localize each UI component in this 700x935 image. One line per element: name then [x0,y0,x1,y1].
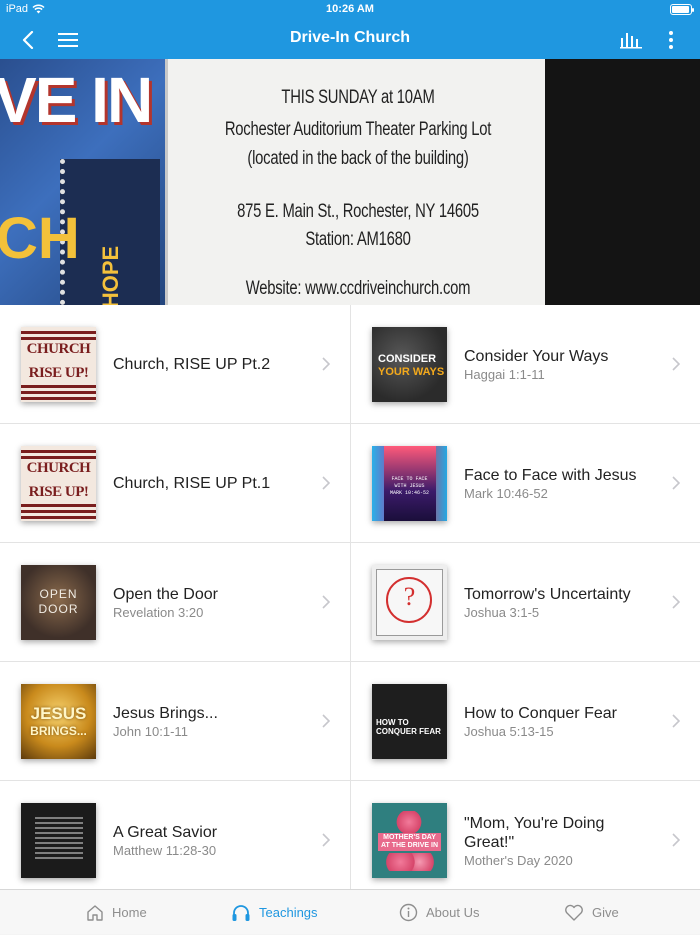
home-icon [87,904,103,921]
teaching-thumbnail: MOTHER'S DAY AT THE DRIVE IN [372,803,447,878]
hero-banner-image: VE IN HOPE CH THIS SUNDAY at 10AM Roches… [0,59,700,305]
teaching-thumbnail: CONSIDER YOUR WAYS [372,327,447,402]
teaching-scripture: Haggai 1:1-11 [464,367,545,382]
tab-teachings[interactable]: Teachings [231,890,318,935]
chevron-right-icon [322,357,330,371]
teaching-item[interactable]: A Great Savior Matthew 11:28-30 [0,781,350,889]
chevron-right-icon [672,476,680,490]
sign-line: Rochester Auditorium Theater Parking Lot [224,119,492,140]
chevron-right-icon [322,833,330,847]
teaching-thumbnail: ? [372,565,447,640]
teaching-scripture: Mark 10:46-52 [464,486,548,501]
announcement-sign: THIS SUNDAY at 10AM Rochester Auditorium… [165,59,545,305]
teaching-thumbnail: CHURCH RISE UP! [21,446,96,521]
teaching-thumbnail: FACE TO FACE WITH JESUS MARK 10:46-52 [372,446,447,521]
status-time: 10:26 AM [326,3,374,15]
teaching-item[interactable]: CHURCH RISE UP! Church, RISE UP Pt.1 [0,424,350,543]
dark-background [545,59,700,305]
page-title: Drive-In Church [289,29,410,46]
tab-label: Teachings [259,905,318,920]
teaching-thumbnail: OPEN DOOR [21,565,96,640]
nav-bar: Drive-In Church [0,20,700,59]
status-bar: iPad 10:26 AM [0,0,700,20]
tab-about-us[interactable]: About Us [399,890,479,935]
teaching-item[interactable]: HOW TO CONQUER FEAR How to Conquer Fear … [350,662,700,781]
sign-line: THIS SUNDAY at 10AM [281,87,435,108]
tab-give[interactable]: Give [564,890,619,935]
sign-line: 875 E. Main St., Rochester, NY 14605 [237,201,479,222]
heart-icon [565,904,583,921]
teaching-item[interactable]: OPEN DOOR Open the Door Revelation 3:20 [0,543,350,662]
teaching-title: How to Conquer Fear [464,705,617,722]
chevron-right-icon [322,714,330,728]
teaching-title: Jesus Brings... [113,705,218,722]
tab-home[interactable]: Home [86,890,147,935]
drive-in-sign-artwork: VE IN HOPE CH [0,59,165,305]
teaching-scripture: Revelation 3:20 [113,605,204,620]
teaching-thumbnail: CHURCH RISE UP! [21,327,96,402]
teaching-item[interactable]: CHURCH RISE UP! Church, RISE UP Pt.2 [0,305,350,424]
info-icon [399,903,418,922]
battery-icon [670,4,694,15]
more-vertical-icon[interactable] [657,26,685,54]
teaching-title: Tomorrow's Uncertainty [464,586,631,603]
teaching-thumbnail: HOW TO CONQUER FEAR [372,684,447,759]
chevron-right-icon [672,595,680,609]
chevron-right-icon [672,714,680,728]
teaching-scripture: Joshua 3:1-5 [464,605,540,620]
teaching-title: Church, RISE UP Pt.2 [113,356,271,373]
teaching-item[interactable]: JESUS BRINGS... Jesus Brings... John 10:… [0,662,350,781]
teaching-item[interactable]: FACE TO FACE WITH JESUS MARK 10:46-52 Fa… [350,424,700,543]
teaching-title: A Great Savior [113,824,218,841]
teaching-item[interactable]: MOTHER'S DAY AT THE DRIVE IN "Mom, You'r… [350,781,700,889]
tab-label: Give [592,905,619,920]
chevron-right-icon [672,357,680,371]
tab-label: About Us [426,905,480,920]
teaching-title: Consider Your Ways [464,348,609,365]
sign-line: (located in the back of the building) [247,148,469,169]
teaching-title: Open the Door [113,586,218,603]
tab-label: Home [112,905,147,920]
teaching-thumbnail: JESUS BRINGS... [21,684,96,759]
sign-line: Website: www.ccdriveinchurch.com [245,278,471,299]
tab-bar: Home Teachings About Us Give [0,889,700,934]
teaching-item[interactable]: ? Tomorrow's Uncertainty Joshua 3:1-5 [350,543,700,662]
sign-hope-text: HOPE [98,245,124,305]
teaching-scripture: John 10:1-11 [113,724,188,739]
chevron-right-icon [672,833,680,847]
teaching-title: "Mom, You're Doing Great!" [464,814,605,851]
headphones-icon [232,904,250,921]
teaching-scripture: Joshua 5:13-15 [464,724,554,739]
teachings-grid: CHURCH RISE UP! Church, RISE UP Pt.2 CON… [0,305,700,889]
teaching-scripture: Matthew 11:28-30 [113,843,217,858]
teaching-scripture: Mother's Day 2020 [464,852,573,868]
audio-bars-icon[interactable] [617,26,645,54]
teaching-thumbnail [21,803,96,878]
sign-church-text: CH [0,206,80,271]
chevron-right-icon [322,476,330,490]
chevron-right-icon [322,595,330,609]
sign-line: Station: AM1680 [305,229,411,250]
sign-drive-in-text: VE IN [0,64,153,136]
teaching-title: Church, RISE UP Pt.1 [113,475,271,492]
teaching-title: Face to Face with Jesus [464,467,637,484]
teaching-item[interactable]: CONSIDER YOUR WAYS Consider Your Ways Ha… [350,305,700,424]
